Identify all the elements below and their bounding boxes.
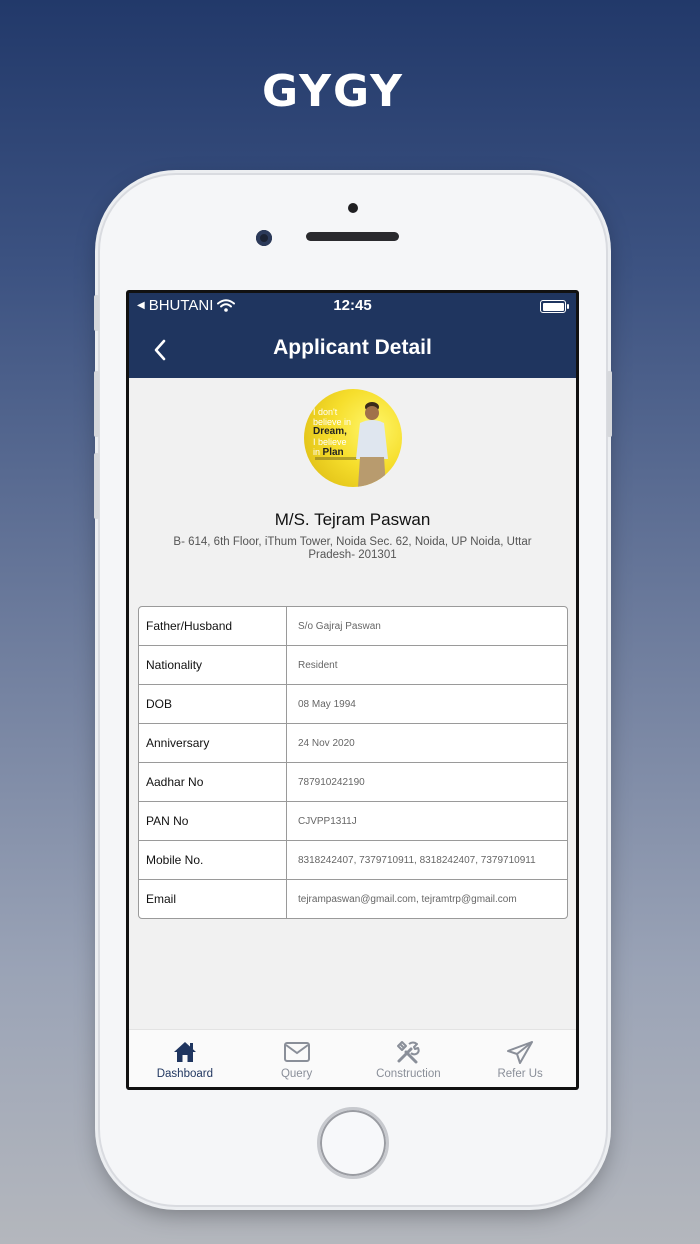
page-title: Applicant Detail xyxy=(273,336,432,359)
tools-icon xyxy=(397,1041,421,1064)
promo-title: GYGY xyxy=(261,66,405,117)
table-row: Father/Husband S/o Gajraj Paswan xyxy=(139,607,567,646)
tab-label: Dashboard xyxy=(156,1068,213,1080)
detail-value: 24 Nov 2020 xyxy=(298,737,355,749)
tab-refer-us[interactable]: Refer Us xyxy=(464,1030,576,1087)
detail-label: Aadhar No xyxy=(139,763,287,801)
detail-value: 8318242407, 7379710911, 8318242407, 7379… xyxy=(298,854,536,866)
tab-query[interactable]: Query xyxy=(241,1030,353,1087)
table-row: Email tejrampaswan@gmail.com, tejramtrp@… xyxy=(139,880,567,918)
front-camera xyxy=(256,230,272,246)
bottom-tab-bar: Dashboard Query Construction Refer Us xyxy=(129,1029,576,1087)
home-icon xyxy=(173,1042,196,1062)
home-button[interactable] xyxy=(317,1107,389,1179)
mute-switch xyxy=(94,295,99,331)
earpiece-speaker xyxy=(306,232,399,241)
send-icon xyxy=(507,1041,534,1064)
detail-value: 08 May 1994 xyxy=(298,698,356,710)
detail-value: tejrampaswan@gmail.com, tejramtrp@gmail.… xyxy=(298,893,517,905)
tab-dashboard[interactable]: Dashboard xyxy=(129,1030,241,1087)
detail-value: CJVPP1311J xyxy=(298,815,357,827)
detail-label: Nationality xyxy=(139,646,287,684)
detail-value: 787910242190 xyxy=(298,776,365,788)
detail-value: S/o Gajraj Paswan xyxy=(298,620,381,632)
detail-label: Father/Husband xyxy=(139,607,287,645)
power-button xyxy=(607,371,612,437)
app-header: ◀ BHUTANI 12:45 Applicant Detail xyxy=(129,293,576,378)
volume-up-button xyxy=(94,371,99,437)
detail-value: Resident xyxy=(298,659,338,671)
table-row: Mobile No. 8318242407, 7379710911, 83182… xyxy=(139,841,567,880)
status-time: 12:45 xyxy=(333,297,372,314)
table-row: PAN No CJVPP1311J xyxy=(139,802,567,841)
table-row: DOB 08 May 1994 xyxy=(139,685,567,724)
status-bar: ◀ BHUTANI 12:45 xyxy=(129,297,576,319)
table-row: Anniversary 24 Nov 2020 xyxy=(139,724,567,763)
detail-label: PAN No xyxy=(139,802,287,840)
tab-label: Query xyxy=(280,1068,313,1080)
tab-construction[interactable]: Construction xyxy=(353,1030,465,1087)
applicant-details-table: Father/Husband S/o Gajraj Paswan Nationa… xyxy=(138,606,568,919)
avatar[interactable]: I don't believe in Dream, I believe in P… xyxy=(304,389,402,487)
detail-label: Mobile No. xyxy=(139,841,287,879)
detail-label: DOB xyxy=(139,685,287,723)
tab-label: Construction xyxy=(376,1068,441,1080)
detail-label: Anniversary xyxy=(139,724,287,762)
applicant-address: B- 614, 6th Floor, iThum Tower, Noida Se… xyxy=(173,536,532,561)
person-figure xyxy=(356,402,388,487)
detail-label: Email xyxy=(139,880,287,918)
proximity-sensor xyxy=(348,203,358,213)
phone-screen: ◀ BHUTANI 12:45 Applicant Detail I don't… xyxy=(126,290,579,1090)
table-row: Aadhar No 787910242190 xyxy=(139,763,567,802)
battery-icon xyxy=(540,300,569,313)
volume-down-button xyxy=(94,453,99,519)
mail-icon xyxy=(283,1042,310,1062)
applicant-name: M/S. Tejram Paswan xyxy=(274,510,431,529)
tab-label: Refer Us xyxy=(497,1068,543,1080)
table-row: Nationality Resident xyxy=(139,646,567,685)
